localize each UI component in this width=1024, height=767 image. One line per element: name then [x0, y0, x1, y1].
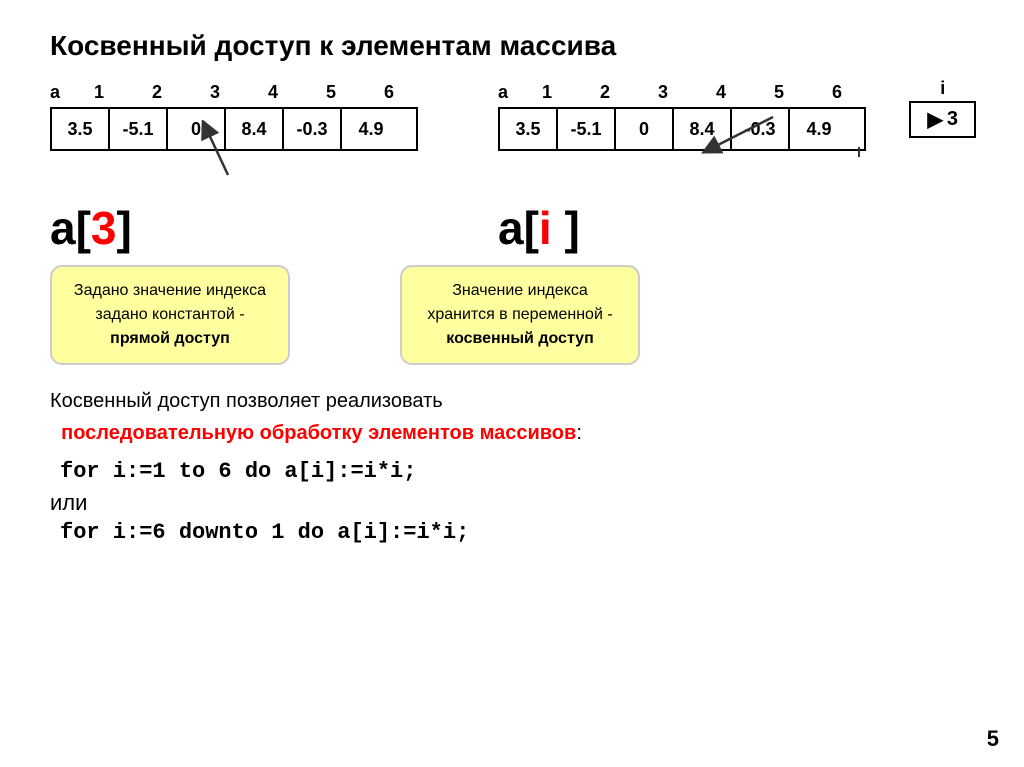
right-exp-line3: косвенный доступ: [446, 330, 593, 347]
right-exp-line1: Значение индекса: [452, 282, 587, 299]
right-explanation-box: Значение индекса хранится в переменной -…: [400, 265, 640, 365]
description-section: Косвенный доступ позволяет реализовать п…: [50, 385, 974, 449]
left-index-5: 5: [302, 82, 360, 103]
left-cell-1: 3.5: [52, 109, 110, 149]
ai-suffix: ]: [552, 202, 580, 254]
a3-index: 3: [91, 202, 117, 254]
right-cell-6: 4.9: [790, 109, 848, 149]
left-cell-2: -5.1: [110, 109, 168, 149]
desc-text1: Косвенный доступ позволяет реализовать: [50, 390, 443, 412]
a3-suffix: ]: [117, 202, 132, 254]
code-line1: for i:=1 to 6 do a[i]:=i*i;: [60, 459, 974, 484]
right-arrow-svg: [854, 92, 974, 162]
left-exp-line2: задано константой -: [95, 306, 244, 323]
left-index-1: 1: [70, 82, 128, 103]
a3-label: a[3]: [50, 202, 132, 254]
left-index-6: 6: [360, 82, 418, 103]
right-array-var: a: [498, 82, 514, 103]
page-title: Косвенный доступ к элементам массива: [50, 30, 974, 62]
ai-expression: a[i ]: [498, 201, 866, 255]
left-exp-line1: Задано значение индекса: [74, 282, 266, 299]
ai-index: i: [539, 202, 552, 254]
left-explanation-box: Задано значение индекса задано константо…: [50, 265, 290, 365]
left-index-4: 4: [244, 82, 302, 103]
page-number: 5: [987, 726, 999, 752]
left-array-block: a 1 2 3 4 5 6 3.5 -5.1 0 8.4 -0.3 4.9: [50, 82, 418, 255]
left-index-2: 2: [128, 82, 186, 103]
left-arrow-svg: [198, 120, 258, 180]
left-exp-line3: прямой доступ: [110, 330, 230, 347]
left-array-label-row: a 1 2 3 4 5 6: [50, 82, 418, 103]
left-cell-6: 4.9: [342, 109, 400, 149]
right-array-block: a 1 2 3 4 5 6 3.5 -5.1 0 8.4 -0.3 4.9 i …: [498, 82, 866, 255]
desc-text2: :: [576, 422, 582, 444]
explanation-section: Задано значение индекса задано константо…: [50, 265, 974, 365]
right-exp-line2: хранится в переменной -: [427, 306, 612, 323]
left-array-indices: 1 2 3 4 5 6: [70, 82, 418, 103]
right-index-1: 1: [518, 82, 576, 103]
code-line2: for i:=6 downto 1 do a[i]:=i*i;: [60, 520, 974, 545]
diagrams-section: a 1 2 3 4 5 6 3.5 -5.1 0 8.4 -0.3 4.9: [50, 82, 974, 255]
ili-label: или: [50, 490, 974, 516]
left-array-var: a: [50, 82, 66, 103]
right-cell-1: 3.5: [500, 109, 558, 149]
left-index-3: 3: [186, 82, 244, 103]
a3-prefix: a[: [50, 202, 91, 254]
left-cell-5: -0.3: [284, 109, 342, 149]
desc-highlight: последовательную обработку элементов мас…: [61, 422, 576, 444]
ai-label: a[i ]: [498, 202, 580, 254]
ai-prefix: a[: [498, 202, 539, 254]
right-diagonal-arrow: [578, 87, 778, 167]
a3-expression: a[3]: [50, 201, 418, 255]
